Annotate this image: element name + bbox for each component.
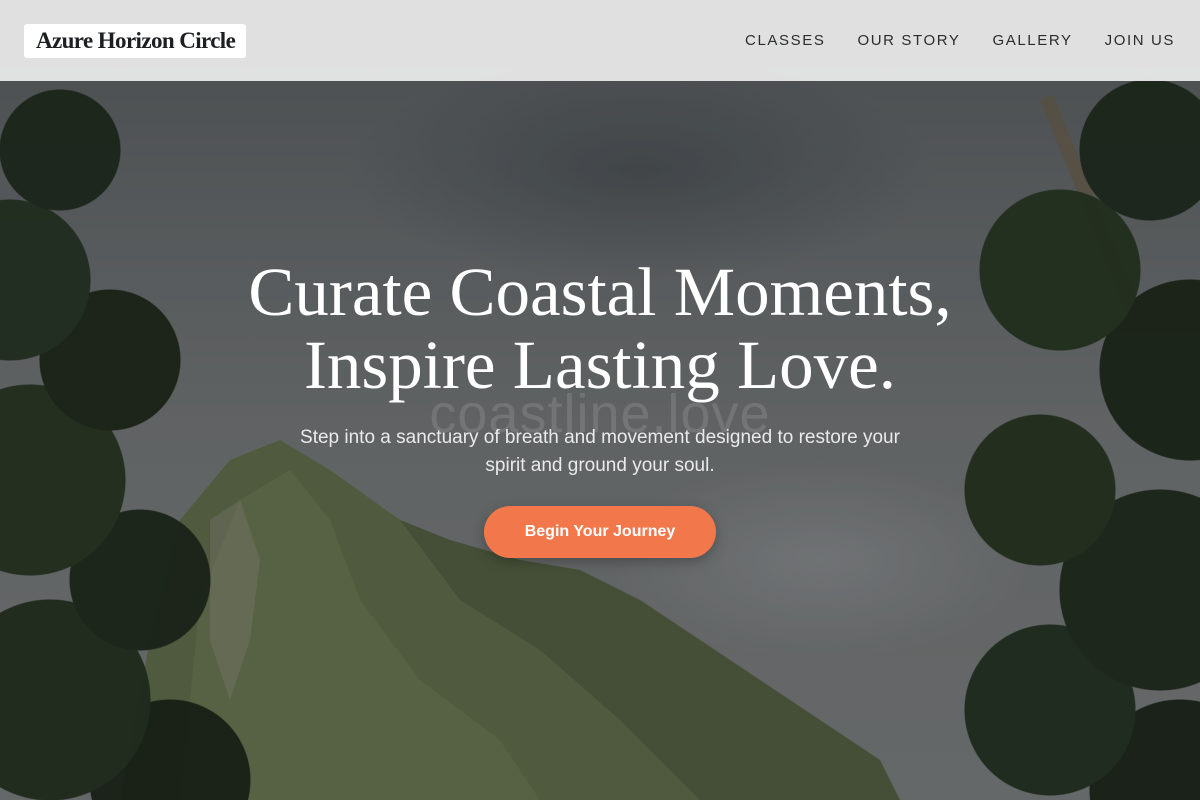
hero-headline: Curate Coastal Moments, Inspire Lasting … <box>0 256 1200 402</box>
nav-link-gallery[interactable]: GALLERY <box>992 31 1072 51</box>
nav-link-our-story[interactable]: OUR STORY <box>857 31 960 51</box>
nav-link-join-us[interactable]: JOIN US <box>1105 31 1175 51</box>
hero-subtext-line-1: Step into a sanctuary of breath and move… <box>300 427 900 448</box>
begin-journey-button[interactable]: Begin Your Journey <box>484 506 716 558</box>
nav-link-classes[interactable]: CLASSES <box>745 31 825 51</box>
hero-subtext-line-2: spirit and ground your soul. <box>485 455 715 476</box>
hero-headline-line-1: Curate Coastal Moments, <box>248 254 952 330</box>
site-logo[interactable]: Azure Horizon Circle <box>24 23 247 58</box>
hero-headline-line-2: Inspire Lasting Love. <box>303 327 897 403</box>
hero-subtext: Step into a sanctuary of breath and move… <box>250 424 950 480</box>
site-header: Azure Horizon Circle CLASSES OUR STORY G… <box>0 0 1200 81</box>
main-nav: CLASSES OUR STORY GALLERY JOIN US <box>713 31 1175 51</box>
